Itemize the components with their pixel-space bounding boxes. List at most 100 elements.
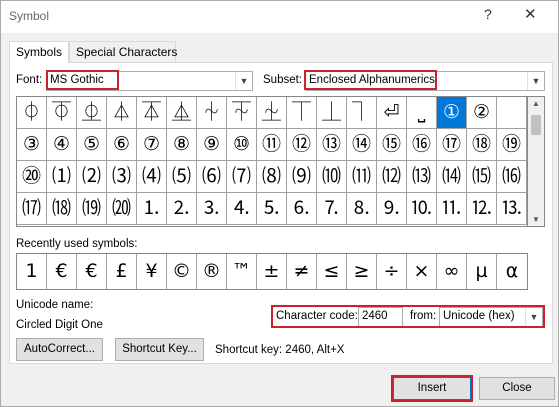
symbol-cell[interactable]: ⒐ — [377, 193, 407, 225]
symbol-cell[interactable]: ⑸ — [167, 161, 197, 193]
symbol-cell[interactable]: ⒋ — [227, 193, 257, 225]
recent-symbol-cell[interactable]: α — [497, 254, 527, 289]
symbol-cell[interactable]: ⑼ — [287, 161, 317, 193]
symbol-cell[interactable]: ⑻ — [257, 161, 287, 193]
symbol-cell[interactable] — [497, 97, 527, 129]
symbol-cell[interactable]: ⑤ — [77, 129, 107, 161]
symbol-cell[interactable]: ⑲ — [497, 129, 527, 161]
symbol-cell[interactable]: ⒒ — [437, 193, 467, 225]
symbol-cell[interactable]: ⑹ — [197, 161, 227, 193]
symbol-cell[interactable]: ⒇ — [107, 193, 137, 225]
symbol-cell[interactable]: ⒀ — [407, 161, 437, 193]
symbol-cell[interactable]: ⒅ — [47, 193, 77, 225]
symbol-cell[interactable]: ⏁ — [47, 97, 77, 129]
symbol-cell[interactable]: ⏊ — [317, 97, 347, 129]
symbol-cell[interactable]: ⑨ — [197, 129, 227, 161]
symbol-cell[interactable]: ⏂ — [77, 97, 107, 129]
recent-symbol-cell[interactable]: µ — [467, 254, 497, 289]
insert-button[interactable]: Insert — [393, 377, 471, 400]
close-button[interactable]: Close — [479, 377, 555, 400]
symbol-cell[interactable]: ⑭ — [347, 129, 377, 161]
subset-combo[interactable]: Enclosed Alphanumerics ▼ — [305, 71, 545, 91]
chevron-down-icon[interactable]: ▼ — [527, 72, 544, 90]
character-code-input[interactable]: 2460 — [358, 307, 403, 327]
tab-special-characters[interactable]: Special Characters — [69, 41, 177, 63]
symbol-cell[interactable]: ⒃ — [497, 161, 527, 193]
symbol-cell[interactable]: ⑵ — [77, 161, 107, 193]
symbol-cell[interactable]: ⑩ — [227, 129, 257, 161]
recent-symbol-cell[interactable]: £ — [107, 254, 137, 289]
recent-symbol-cell[interactable]: ® — [197, 254, 227, 289]
symbol-cell[interactable]: ⒓ — [467, 193, 497, 225]
symbol-cell[interactable]: ⎵ — [407, 97, 437, 129]
recent-symbol-cell[interactable]: ≠ — [287, 254, 317, 289]
symbol-cell[interactable]: ② — [467, 97, 497, 129]
font-combo[interactable]: MS Gothic ▼ — [46, 71, 253, 91]
recent-symbol-cell[interactable]: ™ — [227, 254, 257, 289]
recent-symbol-cell[interactable]: ÷ — [377, 254, 407, 289]
symbol-cell[interactable]: ⏄ — [137, 97, 167, 129]
autocorrect-button[interactable]: AutoCorrect... — [16, 338, 103, 361]
from-combo[interactable]: Unicode (hex) ▼ — [439, 307, 543, 327]
symbol-cell[interactable]: ③ — [17, 129, 47, 161]
symbol-cell[interactable]: ⏋ — [347, 97, 377, 129]
symbol-cell[interactable]: ⒎ — [317, 193, 347, 225]
chevron-down-icon[interactable]: ▼ — [525, 308, 542, 326]
symbol-cell[interactable]: ⑪ — [257, 129, 287, 161]
symbol-cell[interactable]: ④ — [47, 129, 77, 161]
symbol-cell[interactable]: ⏉ — [287, 97, 317, 129]
symbol-cell[interactable]: ⒂ — [467, 161, 497, 193]
symbol-grid-scrollbar[interactable]: ▲ ▼ — [528, 96, 545, 227]
symbol-cell[interactable]: ⒁ — [437, 161, 467, 193]
scroll-down-icon[interactable]: ▼ — [528, 215, 544, 224]
chevron-down-icon[interactable]: ▼ — [235, 72, 252, 90]
recent-symbol-cell[interactable]: © — [167, 254, 197, 289]
symbol-cell[interactable]: ⒌ — [257, 193, 287, 225]
symbol-cell[interactable]: ⑳ — [17, 161, 47, 193]
help-button[interactable]: ? — [484, 6, 492, 22]
symbol-cell[interactable]: ⑷ — [137, 161, 167, 193]
scrollbar-thumb[interactable] — [531, 115, 541, 135]
symbol-cell[interactable]: ⑦ — [137, 129, 167, 161]
symbol-cell[interactable]: ⒏ — [347, 193, 377, 225]
symbol-cell[interactable]: ⑬ — [317, 129, 347, 161]
symbol-cell[interactable]: ⒊ — [197, 193, 227, 225]
recent-symbol-cell[interactable]: × — [407, 254, 437, 289]
symbol-cell[interactable]: ⑰ — [437, 129, 467, 161]
symbol-cell[interactable]: ⏈ — [257, 97, 287, 129]
symbol-cell[interactable]: ⒍ — [287, 193, 317, 225]
symbol-cell[interactable]: ⏎ — [377, 97, 407, 129]
symbol-cell[interactable]: ⏇ — [227, 97, 257, 129]
symbol-cell[interactable]: ⒔ — [497, 193, 527, 225]
symbol-cell[interactable]: ⒉ — [167, 193, 197, 225]
symbol-cell[interactable]: ⑺ — [227, 161, 257, 193]
symbol-cell[interactable]: ⏆ — [197, 97, 227, 129]
symbol-cell[interactable]: ⑯ — [407, 129, 437, 161]
recent-symbol-cell[interactable]: 1 — [17, 254, 47, 289]
symbol-cell[interactable]: ⑽ — [317, 161, 347, 193]
symbol-cell[interactable]: ⏀ — [17, 97, 47, 129]
recent-symbol-cell[interactable]: ≤ — [317, 254, 347, 289]
symbol-cell[interactable]: ⑴ — [47, 161, 77, 193]
recent-symbol-cell[interactable]: € — [47, 254, 77, 289]
symbol-cell[interactable]: ⑱ — [467, 129, 497, 161]
recent-symbol-cell[interactable]: € — [77, 254, 107, 289]
symbol-cell[interactable]: ⑫ — [287, 129, 317, 161]
recent-symbol-cell[interactable]: ± — [257, 254, 287, 289]
symbol-cell[interactable]: ⑧ — [167, 129, 197, 161]
close-window-button[interactable]: ✕ — [524, 5, 537, 23]
recent-symbol-cell[interactable]: ∞ — [437, 254, 467, 289]
recent-symbol-cell[interactable]: ≥ — [347, 254, 377, 289]
scroll-up-icon[interactable]: ▲ — [528, 99, 544, 108]
symbol-cell[interactable]: ⏅ — [167, 97, 197, 129]
symbol-cell[interactable]: ⑮ — [377, 129, 407, 161]
symbol-cell[interactable]: ⑶ — [107, 161, 137, 193]
recent-symbol-cell[interactable]: ¥ — [137, 254, 167, 289]
symbol-cell[interactable]: ⒆ — [77, 193, 107, 225]
symbol-cell[interactable]: ⏃ — [107, 97, 137, 129]
tab-symbols[interactable]: Symbols — [9, 41, 69, 64]
symbol-cell[interactable]: ⒑ — [407, 193, 437, 225]
symbol-cell[interactable]: ⒈ — [137, 193, 167, 225]
shortcut-key-button[interactable]: Shortcut Key... — [115, 338, 204, 361]
symbol-cell[interactable]: ⒄ — [17, 193, 47, 225]
